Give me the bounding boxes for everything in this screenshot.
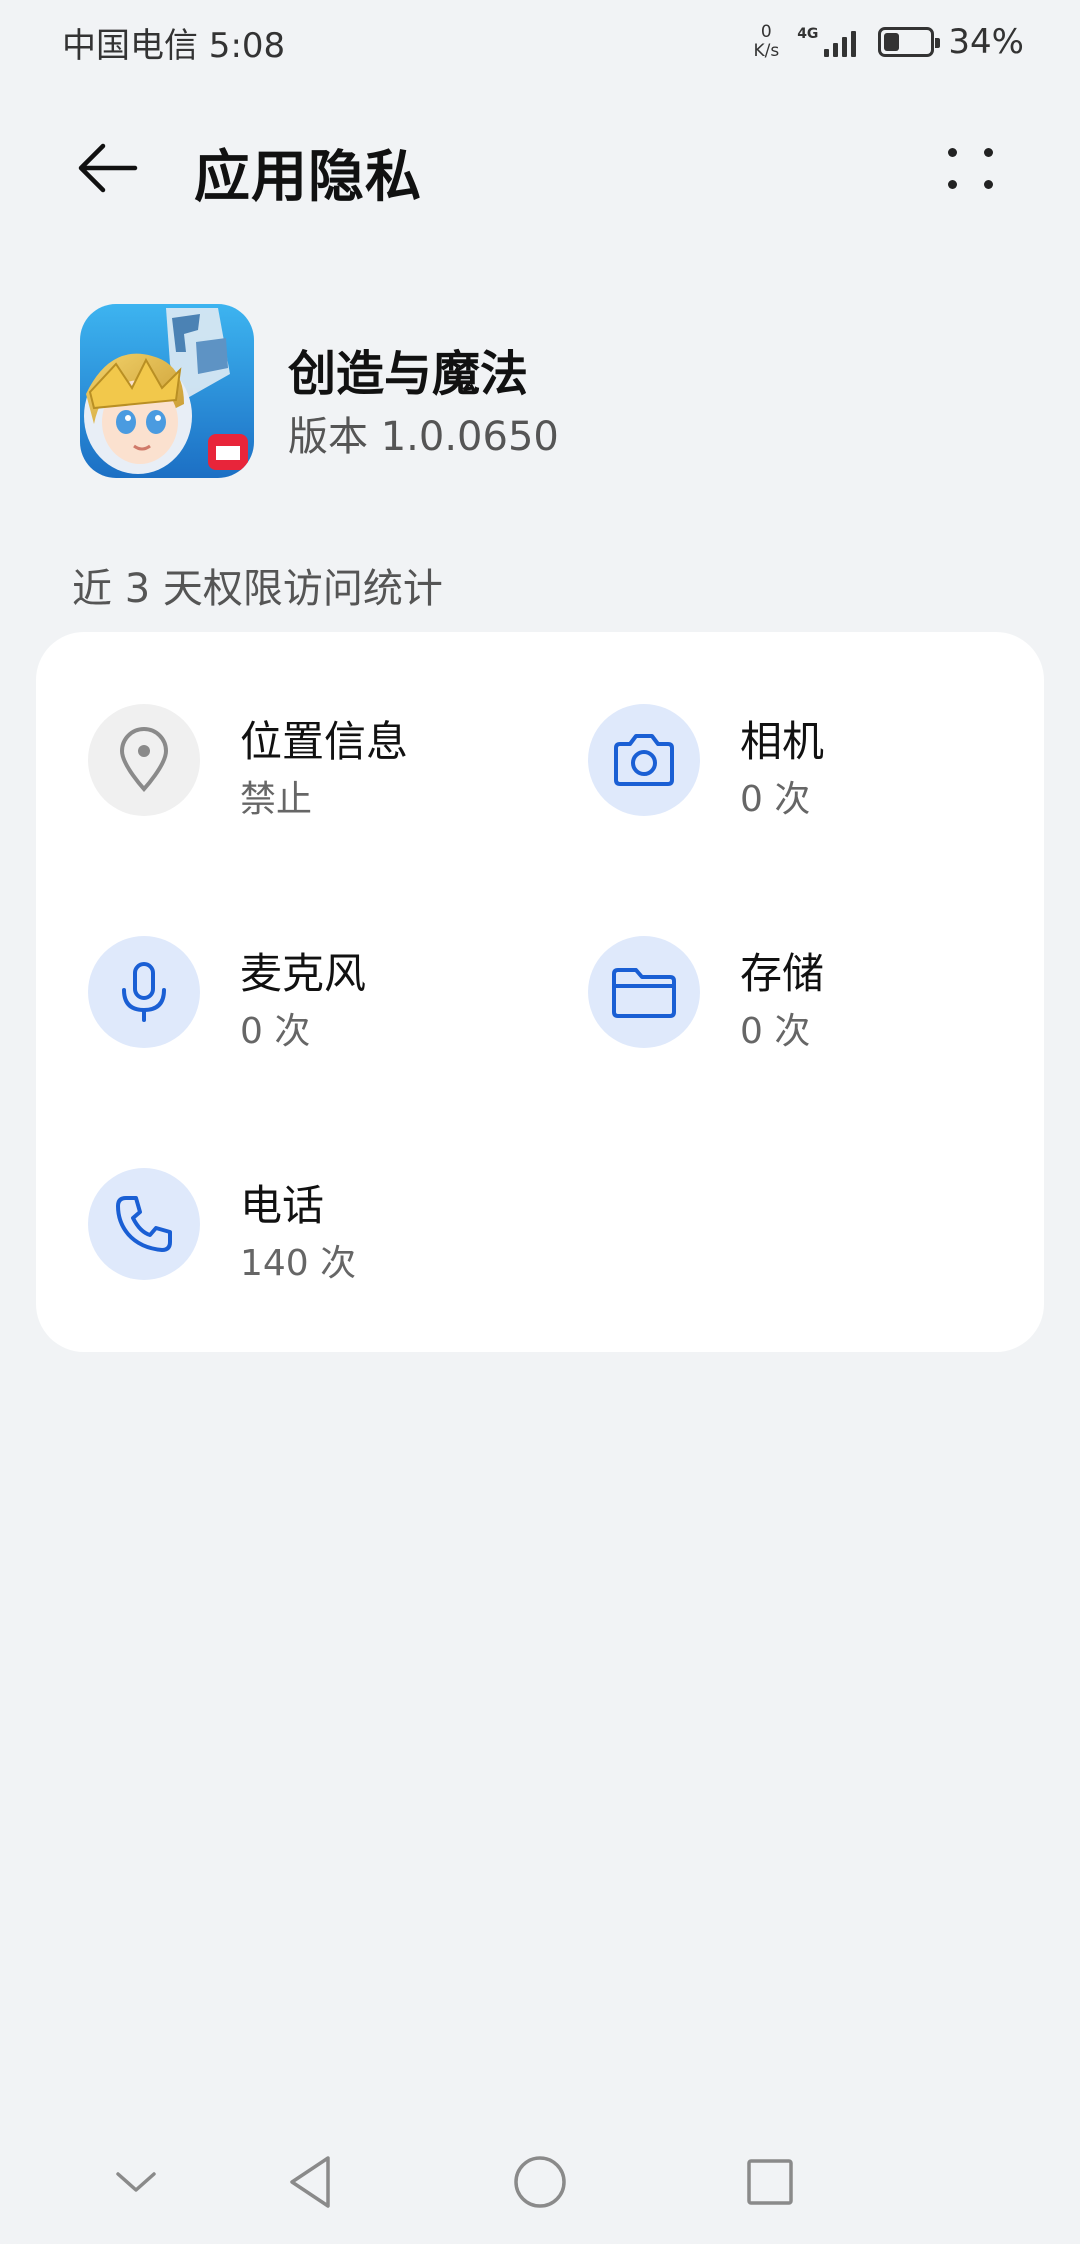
permission-name: 电话 bbox=[240, 1181, 325, 1230]
title-bar: 应用隐私 bbox=[0, 110, 1080, 226]
battery-percent: 34% bbox=[948, 22, 1024, 62]
permission-item-camera[interactable]: 相机 0 次 bbox=[536, 632, 1016, 862]
back-button[interactable] bbox=[72, 136, 142, 200]
permission-item-microphone[interactable]: 麦克风 0 次 bbox=[36, 864, 516, 1094]
app-header: 创造与魔法 版本 1.0.0650 bbox=[80, 304, 1000, 480]
network-speed-unit: K/s bbox=[753, 41, 780, 61]
folder-icon bbox=[588, 936, 700, 1048]
permission-name: 存储 bbox=[740, 949, 825, 998]
permission-value: 0 次 bbox=[740, 779, 811, 820]
signal-icon: 4G bbox=[797, 26, 857, 57]
hide-nav-button[interactable] bbox=[104, 2150, 168, 2214]
camera-icon bbox=[588, 704, 700, 816]
permission-name: 位置信息 bbox=[240, 717, 409, 766]
permission-item-storage[interactable]: 存储 0 次 bbox=[536, 864, 1016, 1094]
permission-value: 禁止 bbox=[240, 779, 313, 820]
back-triangle-icon bbox=[290, 2156, 330, 2208]
nav-back-button[interactable] bbox=[278, 2140, 342, 2224]
permission-name: 相机 bbox=[740, 717, 825, 766]
nav-recents-button[interactable] bbox=[738, 2142, 802, 2222]
carrier-time: 中国电信 5:08 bbox=[62, 25, 286, 66]
nav-home-button[interactable] bbox=[506, 2142, 574, 2222]
permission-value: 0 次 bbox=[740, 1011, 811, 1052]
home-circle-icon bbox=[514, 2156, 566, 2208]
permission-item-location[interactable]: 位置信息 禁止 bbox=[36, 632, 516, 862]
status-bar: 中国电信 5:08 0 K/s 4G 34% bbox=[0, 0, 1080, 84]
section-label: 近 3 天权限访问统计 bbox=[72, 566, 443, 612]
chevron-down-icon bbox=[116, 2172, 156, 2192]
network-speed-value: 0 bbox=[760, 22, 772, 42]
app-version: 版本 1.0.0650 bbox=[288, 414, 559, 460]
app-name: 创造与魔法 bbox=[288, 346, 529, 402]
phone-icon bbox=[88, 1168, 200, 1280]
page-title: 应用隐私 bbox=[194, 145, 422, 210]
permission-stats-card: 位置信息 禁止 相机 0 次 麦克风 0 次 存储 0 次 电话 140 次 bbox=[36, 632, 1044, 1352]
network-type: 4G bbox=[797, 26, 819, 42]
network-speed: 0 K/s bbox=[753, 23, 779, 61]
arrow-left-icon bbox=[78, 143, 138, 193]
status-icons: 0 K/s 4G 34% bbox=[753, 22, 1024, 62]
battery-icon bbox=[878, 27, 941, 57]
microphone-icon bbox=[88, 936, 200, 1048]
permission-value: 140 次 bbox=[240, 1243, 357, 1284]
recents-square-icon bbox=[747, 2159, 793, 2205]
app-icon bbox=[80, 304, 254, 478]
permission-value: 0 次 bbox=[240, 1011, 311, 1052]
permission-item-phone[interactable]: 电话 140 次 bbox=[36, 1096, 516, 1326]
permission-name: 麦克风 bbox=[240, 949, 367, 998]
more-options-button[interactable] bbox=[936, 136, 1006, 200]
location-pin-icon bbox=[88, 704, 200, 816]
system-nav-bar bbox=[0, 2130, 1080, 2244]
